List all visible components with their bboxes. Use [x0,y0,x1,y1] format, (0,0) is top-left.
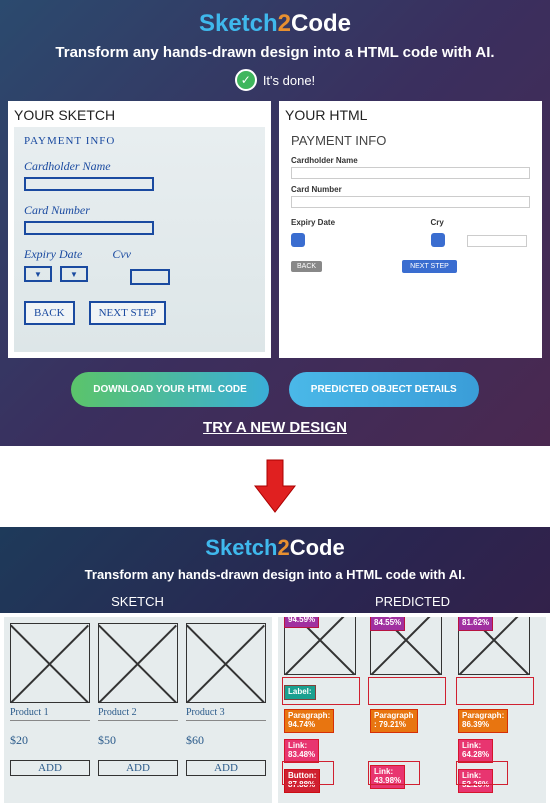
output-dropdown[interactable] [431,233,445,247]
logo-part-2: 2 [278,10,291,37]
sketch-dropdown-icon: ▼ [60,266,88,282]
tag-image-pct: 94.59% [284,617,319,628]
detection-outline [368,677,446,705]
output-cardnumber-input[interactable] [291,196,530,208]
product-price: $20 [10,733,90,748]
status-row: ✓ It's done! [8,69,542,91]
sketch-cvv-label: Cvv [112,247,131,262]
sketch-form-title: PAYMENT INFO [24,135,255,147]
tag-paragraph: Paragraph: 79.21% [370,709,418,733]
output-dropdown[interactable] [291,233,305,247]
top-app-section: Sketch2Code Transform any hands-drawn de… [0,0,550,446]
output-back-button[interactable]: BACK [291,261,322,272]
sketch-back-button: BACK [24,301,75,325]
status-text: It's done! [263,73,315,88]
app-logo-bottom: Sketch2Code [0,535,550,561]
sketch-dropdown-icon: ▼ [24,266,52,282]
detection-outline [456,677,534,705]
logo-part-sketch: Sketch [199,10,278,37]
app-logo: Sketch2Code [8,10,542,38]
sketch-cardholder-label: Cardholder Name [24,159,255,174]
sketch-next-button: NEXT STEP [89,301,167,325]
action-buttons-row: DOWNLOAD YOUR HTML CODE PREDICTED OBJECT… [8,372,542,419]
output-cardnumber-label: Card Number [291,185,530,194]
predicted-details-button[interactable]: PREDICTED OBJECT DETAILS [289,372,479,407]
html-output: PAYMENT INFO Cardholder Name Card Number… [285,127,536,352]
product-add-button: ADD [10,760,90,776]
logo-part-code: Code [290,535,345,560]
detection-outline [368,761,420,785]
bottom-panels-row: Product 1 $20 ADD Product 2 $50 ADD Prod… [0,613,550,807]
output-next-button[interactable]: NEXT STEP [402,260,457,273]
panels-row: YOUR SKETCH PAYMENT INFO Cardholder Name… [8,101,542,358]
output-cry-label: Cry [431,218,531,227]
arrow-separator [0,446,550,527]
product-add-button: ADD [98,760,178,776]
product-name: Product 3 [186,707,266,721]
col-sketch-header: SKETCH [0,594,275,609]
html-panel-title: YOUR HTML [285,107,536,123]
product-price: $50 [98,733,178,748]
sketch-cvv-input [130,269,170,285]
detection-outline [282,761,334,785]
sketch-panel: YOUR SKETCH PAYMENT INFO Cardholder Name… [8,101,271,358]
tag-paragraph: Paragraph:86.39% [458,709,508,733]
column-headers: SKETCH PREDICTED [0,594,550,609]
product-name: Product 2 [98,707,178,721]
download-button[interactable]: DOWNLOAD YOUR HTML CODE [71,372,269,407]
product-price: $60 [186,733,266,748]
logo-part-code: Code [291,10,351,37]
output-expiry-label: Expiry Date [291,218,391,227]
sketch-cardnumber-label: Card Number [24,203,255,218]
check-icon: ✓ [235,69,257,91]
product-sketch-1: Product 1 $20 ADD [10,623,90,797]
down-arrow-icon [253,458,297,514]
app-subtitle-bottom: Transform any hands-drawn design into a … [0,567,550,582]
bottom-sketch-panel: Product 1 $20 ADD Product 2 $50 ADD Prod… [4,617,272,803]
product-image-placeholder [10,623,90,703]
try-new-design-link[interactable]: TRY A NEW DESIGN [8,419,542,446]
sketch-cardnumber-input [24,221,154,235]
logo-part-sketch: Sketch [205,535,277,560]
sketch-panel-title: YOUR SKETCH [14,107,265,123]
product-image-placeholder [98,623,178,703]
output-cardholder-input[interactable] [291,167,530,179]
product-sketch-2: Product 2 $50 ADD [98,623,178,797]
html-panel: YOUR HTML PAYMENT INFO Cardholder Name C… [279,101,542,358]
tag-paragraph: Paragraph:94.74% [284,709,334,733]
tag-image: Image:84.55% [370,617,405,631]
product-sketch-3: Product 3 $60 ADD [186,623,266,797]
product-image-placeholder [186,623,266,703]
output-cvv-input[interactable] [467,235,527,247]
product-add-button: ADD [186,760,266,776]
bottom-predicted-panel: 94.59% Label: Paragraph:94.74% Link:83.4… [278,617,546,803]
tag-link: Link:64.28% [458,739,493,763]
detection-outline [282,677,360,705]
sketch-cardholder-input [24,177,154,191]
product-name: Product 1 [10,707,90,721]
sketch-image: PAYMENT INFO Cardholder Name Card Number… [14,127,265,352]
sketch-expiry-label: Expiry Date [24,247,82,262]
detection-outline [456,761,508,785]
tag-image: Image:81.62% [458,617,493,631]
col-predicted-header: PREDICTED [275,594,550,609]
output-cardholder-label: Cardholder Name [291,156,530,165]
app-subtitle: Transform any hands-drawn design into a … [8,44,542,61]
logo-part-2: 2 [277,535,289,560]
bottom-app-section: Sketch2Code Transform any hands-drawn de… [0,527,550,807]
tag-link: Link:83.48% [284,739,319,763]
output-form-title: PAYMENT INFO [291,133,530,148]
